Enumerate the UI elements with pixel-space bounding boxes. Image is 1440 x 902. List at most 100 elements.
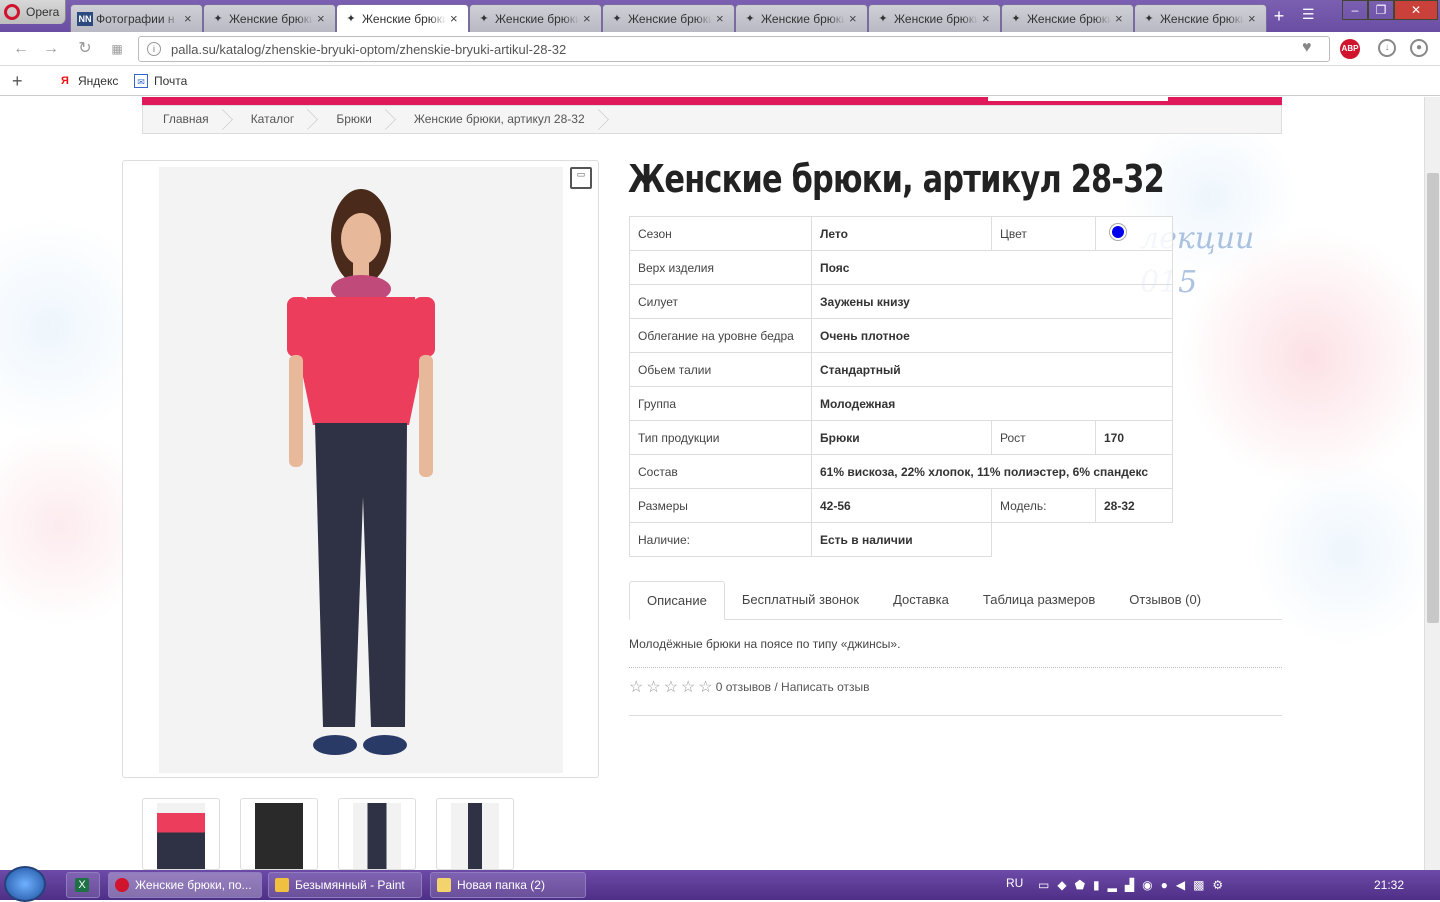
reload-icon[interactable]: ↻	[76, 40, 94, 58]
shield-icon[interactable]: ◆	[1057, 878, 1066, 892]
star-icon[interactable]: ☆	[698, 677, 712, 697]
clock[interactable]: 21:32	[1374, 878, 1404, 892]
site-info-icon[interactable]: i	[147, 42, 161, 56]
maximize-button[interactable]: ❐	[1368, 0, 1394, 20]
app-icon[interactable]: ▩	[1193, 878, 1204, 892]
star-icon[interactable]: ☆	[629, 677, 643, 697]
product-tabs: Описание Бесплатный звонок Доставка Таблица…	[629, 581, 1282, 620]
bookmark-mail[interactable]: ✉ Почта	[134, 74, 187, 88]
browser-tab[interactable]: NN Фотографии н ×	[70, 4, 203, 32]
close-window-button[interactable]: ✕	[1394, 0, 1438, 20]
attribute-label: Силует	[629, 284, 812, 319]
palla-favicon-icon: ✦	[346, 12, 356, 25]
browser-tab[interactable]: ✦ Женские брюки ×	[735, 4, 868, 32]
product-thumbnail-4[interactable]	[436, 798, 514, 870]
breadcrumb-item[interactable]: Брюки	[316, 106, 394, 133]
back-icon[interactable]: ←	[12, 40, 30, 58]
browser-tab[interactable]: ✦ Женские брюки ×	[602, 4, 735, 32]
breadcrumb-item[interactable]: Женские брюки, артикул 28-32	[394, 106, 607, 133]
attribute-row: Облегание на уровне бедра Очень плотное	[629, 318, 1173, 353]
palla-favicon-icon: ✦	[745, 12, 755, 25]
color-swatch[interactable]	[1110, 224, 1126, 240]
bookmark-yandex[interactable]: Я Яндекс	[58, 74, 118, 88]
product-thumbnail-3[interactable]	[338, 798, 416, 870]
reviews-link[interactable]: 0 отзывов / Написать отзыв	[716, 680, 870, 694]
volume-icon[interactable]: ◀	[1176, 878, 1185, 892]
palla-favicon-icon: ✦	[1011, 12, 1021, 25]
navigation-bar: ← → ↻ ▦ i palla.su/katalog/zhenskie-bryu…	[0, 32, 1440, 66]
signal-icon[interactable]: ▟	[1125, 878, 1134, 892]
account-icon[interactable]: ●	[1410, 39, 1428, 57]
download-icon[interactable]: ↓	[1378, 39, 1396, 57]
adblock-plus-icon[interactable]: ABP	[1340, 39, 1360, 59]
usb-icon[interactable]: ▮	[1093, 878, 1100, 892]
palla-favicon-icon: ✦	[1144, 12, 1154, 25]
scrollbar-thumb[interactable]	[1427, 173, 1439, 623]
web-page: лекции 015 ГлавнаяКаталогБрюкиЖенские бр…	[0, 97, 1424, 870]
close-tab-icon[interactable]: ×	[849, 11, 861, 26]
close-tab-icon[interactable]: ×	[716, 11, 728, 26]
breadcrumb-item[interactable]: Каталог	[231, 106, 317, 133]
header-search-input[interactable]	[988, 97, 1168, 101]
taskbar-item-opera[interactable]: Женские брюки, по...	[108, 872, 262, 898]
opera-logo-icon	[4, 4, 20, 20]
save-image-icon[interactable]: ▭	[570, 167, 592, 189]
excel-taskbar-icon[interactable]: X	[66, 872, 100, 898]
product-photo	[159, 167, 563, 773]
start-button[interactable]	[4, 866, 46, 902]
settings-icon[interactable]: ⚙	[1212, 878, 1223, 892]
forward-icon[interactable]: →	[42, 40, 60, 58]
tab-menu-icon[interactable]: ☰	[1302, 6, 1315, 23]
browser-tab[interactable]: ✦ Женские брюки ×	[1134, 4, 1267, 32]
product-tab[interactable]: Описание	[629, 581, 725, 620]
address-bar[interactable]: i palla.su/katalog/zhenskie-bryuki-optom…	[138, 36, 1330, 62]
browser-tab[interactable]: ✦ Женские брюки ×	[1001, 4, 1134, 32]
browser-tab[interactable]: ✦ Женские брюки ×	[336, 4, 469, 32]
attribute-label: Группа	[629, 386, 812, 421]
close-tab-icon[interactable]: ×	[184, 11, 196, 26]
address-bar-url: palla.su/katalog/zhenskie-bryuki-optom/z…	[171, 41, 567, 57]
network-icon[interactable]: ▂	[1108, 878, 1117, 892]
close-tab-icon[interactable]: ×	[317, 11, 329, 26]
product-tab[interactable]: Доставка	[876, 581, 966, 619]
browser-tab[interactable]: ✦ Женские брюки ×	[868, 4, 1001, 32]
attribute-label: Тип продукции	[629, 420, 812, 455]
product-thumbnail-2[interactable]	[240, 798, 318, 870]
add-bookmark-icon[interactable]: +	[12, 71, 23, 92]
product-main-image[interactable]: ▭	[122, 160, 599, 778]
close-tab-icon[interactable]: ×	[583, 11, 595, 26]
opera-menu-button[interactable]: Opera	[0, 0, 66, 24]
security-icon[interactable]: ⬟	[1075, 878, 1085, 892]
browser-tab[interactable]: ✦ Женские брюки ×	[203, 4, 336, 32]
product-tab[interactable]: Бесплатный звонок	[725, 581, 876, 619]
new-tab-button[interactable]: +	[1268, 6, 1290, 26]
breadcrumb-item[interactable]: Главная	[143, 106, 231, 133]
star-icon[interactable]: ☆	[646, 677, 660, 697]
product-tab[interactable]: Отзывов (0)	[1112, 581, 1218, 619]
taskbar-item-paint[interactable]: Безымянный - Paint	[268, 872, 422, 898]
page-scrollbar[interactable]	[1424, 97, 1440, 870]
monitor-icon[interactable]: ▭	[1038, 878, 1049, 892]
product-tab[interactable]: Таблица размеров	[966, 581, 1112, 619]
sync-icon[interactable]: ◉	[1142, 878, 1152, 892]
attribute-row: Обьем талии Стандартный	[629, 352, 1173, 387]
attribute-row: Тип продукции Брюки Рост 170	[629, 420, 1173, 455]
attribute-value: Молодежная	[811, 386, 1173, 421]
close-tab-icon[interactable]: ×	[982, 11, 994, 26]
close-tab-icon[interactable]: ×	[1248, 11, 1260, 26]
tab-strip: NN Фотографии н × ✦ Женские брюки × ✦ Женские б…	[70, 4, 1267, 32]
attribute-value: Пояс	[811, 250, 1173, 285]
minimize-button[interactable]: ‒	[1342, 0, 1368, 20]
product-thumbnail-1[interactable]	[142, 798, 220, 870]
excel-icon: X	[75, 878, 89, 892]
close-tab-icon[interactable]: ×	[450, 11, 462, 26]
speed-dial-grid-icon[interactable]: ▦	[108, 40, 126, 58]
close-tab-icon[interactable]: ×	[1115, 11, 1127, 26]
language-indicator[interactable]: RU	[1006, 876, 1023, 890]
star-icon[interactable]: ☆	[664, 677, 678, 697]
browser-tab[interactable]: ✦ Женские брюки ×	[469, 4, 602, 32]
star-icon[interactable]: ☆	[681, 677, 695, 697]
heart-icon[interactable]: ♥	[1302, 39, 1312, 57]
taskbar-item-folder[interactable]: Новая папка (2)	[430, 872, 586, 898]
torrent-icon[interactable]: ●	[1161, 878, 1168, 892]
